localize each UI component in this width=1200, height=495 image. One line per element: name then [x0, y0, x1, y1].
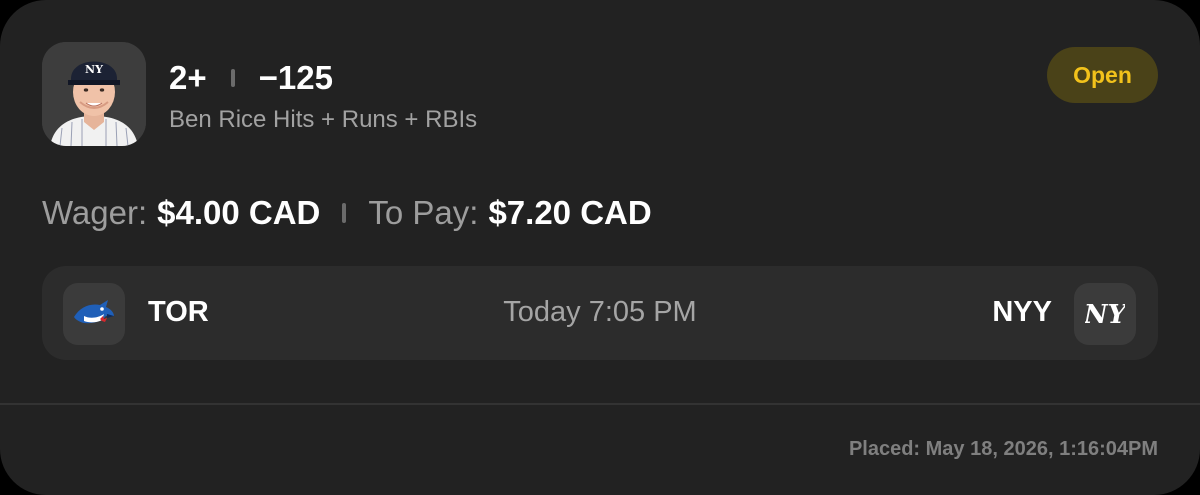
wager-value: $4.00 CAD: [157, 194, 321, 231]
svg-text:NY: NY: [1085, 300, 1125, 330]
yankees-logo-icon: NY: [1074, 283, 1136, 345]
svg-text:NY: NY: [85, 63, 103, 76]
separator: [342, 203, 347, 223]
bet-line: 2+: [169, 59, 207, 96]
payout-value: $7.20 CAD: [488, 194, 652, 231]
status-badge[interactable]: Open: [1047, 47, 1158, 103]
bet-headline: 2+ −125: [169, 58, 333, 98]
separator: [230, 69, 235, 87]
wager-row: Wager: $4.00 CAD To Pay: $7.20 CAD: [42, 190, 652, 236]
placed-timestamp: Placed: May 18, 2026, 1:16:04PM: [848, 438, 1158, 460]
game-time: Today 7:05 PM: [503, 296, 697, 328]
player-headshot-icon: NY: [42, 42, 146, 146]
bet-odds: −125: [258, 59, 333, 96]
payout-label: To Pay:: [368, 194, 479, 231]
wager-label: Wager:: [42, 194, 148, 231]
bet-card[interactable]: NY 2+ −125 Ben Rice Hits + Runs + RBIs O…: [0, 0, 1200, 495]
bet-market: Ben Rice Hits + Runs + RBIs: [169, 106, 478, 133]
divider: [0, 403, 1200, 405]
game-matchup[interactable]: TOR Today 7:05 PM NYY NY: [42, 266, 1158, 360]
away-team: NYY: [992, 296, 1052, 328]
